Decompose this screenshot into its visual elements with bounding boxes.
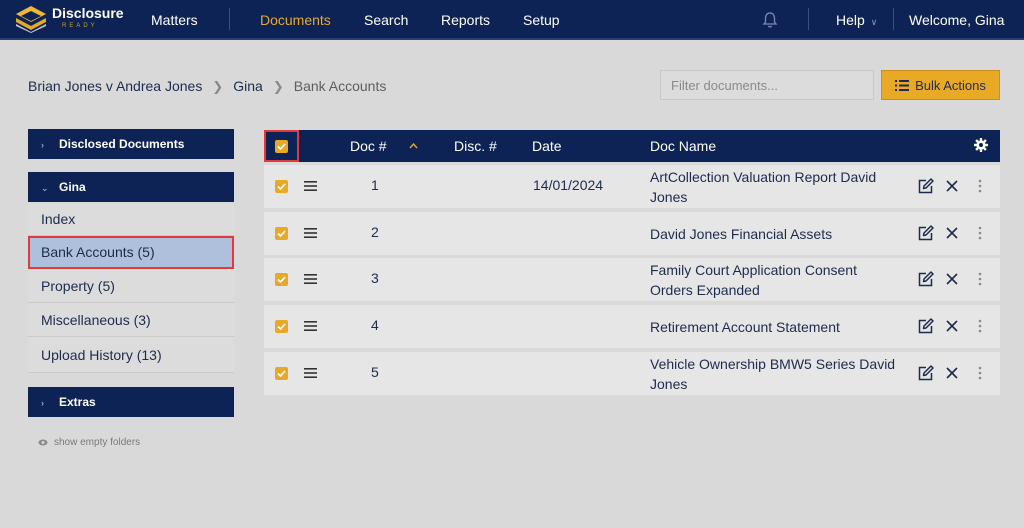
row-checkbox[interactable] xyxy=(275,273,288,286)
sidebar-disclosed-documents[interactable]: › Disclosed Documents xyxy=(28,129,234,159)
breadcrumb: Brian Jones v Andrea Jones ❯ Gina ❯ Bank Acc… xyxy=(28,78,386,95)
doc-date: 14/01/2024 xyxy=(533,177,604,193)
nav-matters[interactable]: Matters xyxy=(151,0,198,40)
check-icon xyxy=(277,183,286,190)
hamburger-icon[interactable] xyxy=(304,274,317,284)
user-menu[interactable]: Welcome, Gina xyxy=(909,0,1004,40)
nav-documents[interactable]: Documents xyxy=(260,0,331,40)
breadcrumb-current: Bank Accounts xyxy=(293,78,387,94)
nav-divider xyxy=(808,8,809,30)
edit-icon[interactable] xyxy=(917,318,934,335)
edit-icon[interactable] xyxy=(917,225,934,242)
doc-number: 5 xyxy=(371,364,379,380)
check-icon xyxy=(277,323,286,330)
chevron-right-icon: ❯ xyxy=(272,79,284,94)
edit-icon[interactable] xyxy=(917,271,934,288)
table-header: Doc # Disc. # Date Doc Name xyxy=(264,130,1000,162)
sidebar-extras[interactable]: › Extras xyxy=(28,387,234,417)
sort-ascending-icon[interactable] xyxy=(409,143,418,149)
sidebar-item-index[interactable]: Index xyxy=(28,203,234,236)
sidebar-item-miscellaneous[interactable]: Miscellaneous (3) xyxy=(28,303,234,337)
nav-reports[interactable]: Reports xyxy=(441,0,490,40)
bell-icon[interactable] xyxy=(762,11,778,29)
kebab-icon[interactable] xyxy=(978,366,982,380)
doc-name[interactable]: ArtCollection Valuation Report David Jon… xyxy=(650,167,900,207)
filter-documents-input[interactable] xyxy=(660,70,874,100)
doc-name[interactable]: Vehicle Ownership BMW5 Series David Jone… xyxy=(650,354,900,394)
doc-number: 1 xyxy=(371,177,379,193)
row-checkbox[interactable] xyxy=(275,180,288,193)
sidebar-gina[interactable]: ⌄ Gina xyxy=(28,172,234,202)
logo-text: Disclosure xyxy=(52,5,124,21)
edit-icon[interactable] xyxy=(917,365,934,382)
column-date[interactable]: Date xyxy=(532,130,562,162)
hamburger-icon[interactable] xyxy=(304,228,317,238)
logo-subtext: READY xyxy=(62,23,98,29)
sidebar-section-label: Gina xyxy=(59,180,86,194)
logo-icon[interactable] xyxy=(14,5,48,33)
row-checkbox[interactable] xyxy=(275,320,288,333)
doc-number: 4 xyxy=(371,317,379,333)
sidebar-item-upload-history[interactable]: Upload History (13) xyxy=(28,337,234,373)
close-icon[interactable] xyxy=(946,367,958,379)
help-menu[interactable]: Help ∨ xyxy=(836,0,877,40)
column-doc-number[interactable]: Doc # xyxy=(350,130,387,162)
select-all-highlight xyxy=(264,130,299,162)
check-icon xyxy=(277,370,286,377)
kebab-icon[interactable] xyxy=(978,319,982,333)
hamburger-icon[interactable] xyxy=(304,321,317,331)
close-icon[interactable] xyxy=(946,227,958,239)
sidebar-item-bank-accounts[interactable]: Bank Accounts (5) xyxy=(28,236,234,269)
nav-divider xyxy=(229,8,230,30)
nav-setup[interactable]: Setup xyxy=(523,0,560,40)
sidebar-section-label: Extras xyxy=(59,395,96,409)
top-navigation-bar: Disclosure READY Matters Documents Searc… xyxy=(0,0,1024,40)
hamburger-icon[interactable] xyxy=(304,181,317,191)
check-icon xyxy=(277,276,286,283)
bulk-actions-label: Bulk Actions xyxy=(915,77,986,93)
table-row[interactable]: 1 14/01/2024 ArtCollection Valuation Repor… xyxy=(264,165,1000,208)
show-empty-folders-toggle[interactable]: show empty folders xyxy=(38,437,140,448)
show-empty-folders-label: show empty folders xyxy=(54,437,141,448)
close-icon[interactable] xyxy=(946,320,958,332)
kebab-icon[interactable] xyxy=(978,226,982,240)
chevron-down-icon: ⌄ xyxy=(41,183,49,193)
sidebar-folder-list: Index Bank Accounts (5) Property (5) Mis… xyxy=(28,203,234,373)
column-disc-number[interactable]: Disc. # xyxy=(454,130,497,162)
chevron-right-icon: ❯ xyxy=(212,79,224,94)
table-row[interactable]: 4 Retirement Account Statement xyxy=(264,305,1000,348)
row-checkbox[interactable] xyxy=(275,227,288,240)
nav-search[interactable]: Search xyxy=(364,0,408,40)
sidebar-section-label: Disclosed Documents xyxy=(59,137,185,151)
breadcrumb-folder[interactable]: Gina xyxy=(233,78,263,94)
close-icon[interactable] xyxy=(946,180,958,192)
doc-number: 2 xyxy=(371,224,379,240)
sidebar-item-property[interactable]: Property (5) xyxy=(28,269,234,303)
row-checkbox[interactable] xyxy=(275,367,288,380)
edit-icon[interactable] xyxy=(917,178,934,195)
doc-name[interactable]: Family Court Application Consent Orders … xyxy=(650,260,900,300)
eye-icon xyxy=(38,439,48,446)
table-row[interactable]: 2 David Jones Financial Assets xyxy=(264,212,1000,255)
check-icon xyxy=(277,230,286,237)
column-doc-name[interactable]: Doc Name xyxy=(650,130,716,162)
chevron-right-icon: › xyxy=(41,398,44,408)
help-label: Help xyxy=(836,12,865,28)
chevron-right-icon: › xyxy=(41,140,44,150)
table-row[interactable]: 3 Family Court Application Consent Orders… xyxy=(264,258,1000,301)
gear-icon[interactable] xyxy=(974,138,988,152)
table-row[interactable]: 5 Vehicle Ownership BMW5 Series David Jon… xyxy=(264,352,1000,395)
chevron-down-icon: ∨ xyxy=(870,17,878,27)
hamburger-icon[interactable] xyxy=(304,368,317,378)
close-icon[interactable] xyxy=(946,273,958,285)
kebab-icon[interactable] xyxy=(978,179,982,193)
nav-divider xyxy=(893,8,894,30)
doc-number: 3 xyxy=(371,270,379,286)
bulk-actions-button[interactable]: Bulk Actions xyxy=(881,70,1000,100)
list-icon xyxy=(895,79,910,91)
breadcrumb-matter[interactable]: Brian Jones v Andrea Jones xyxy=(28,78,202,94)
kebab-icon[interactable] xyxy=(978,272,982,286)
doc-name[interactable]: Retirement Account Statement xyxy=(650,317,900,337)
doc-name[interactable]: David Jones Financial Assets xyxy=(650,224,900,244)
